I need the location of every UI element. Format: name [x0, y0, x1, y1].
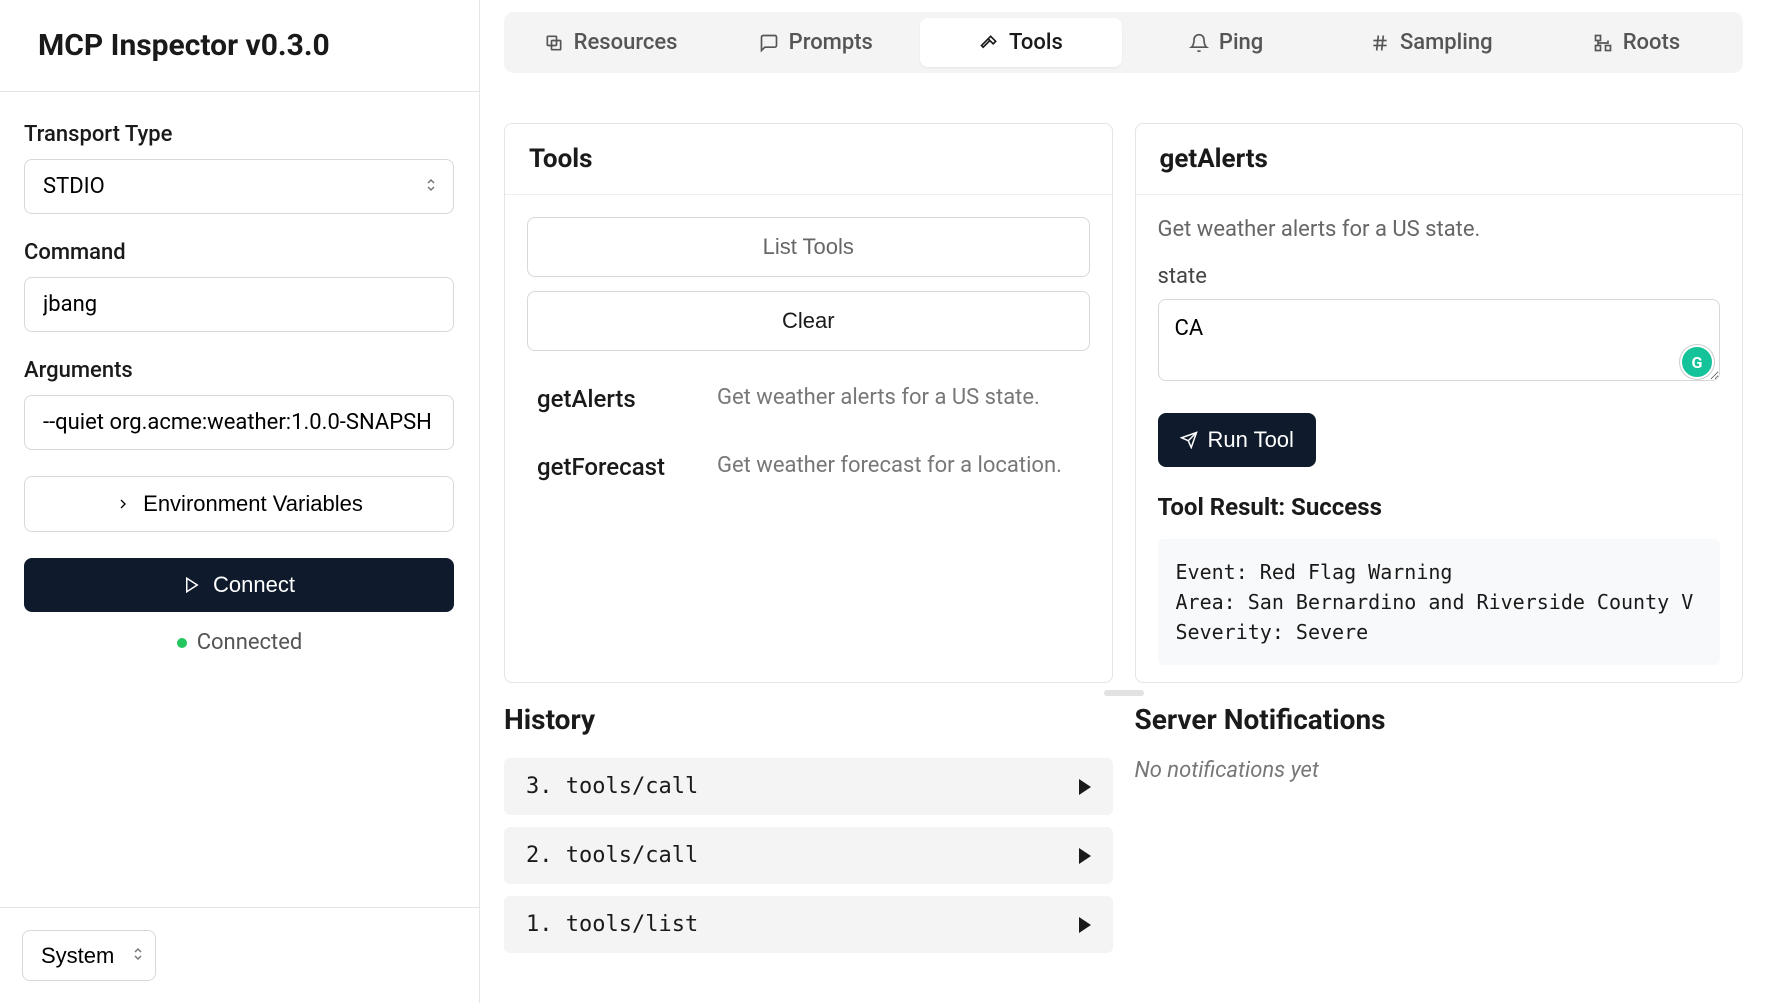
bell-icon	[1189, 33, 1209, 53]
env-label: Environment Variables	[143, 491, 363, 517]
history-panel: History 3. tools/call 2. tools/call 1. t…	[504, 703, 1113, 1003]
send-icon	[1180, 431, 1198, 449]
tool-description: Get weather alerts for a US state.	[1158, 217, 1721, 242]
tool-row[interactable]: getAlerts Get weather alerts for a US st…	[527, 365, 1090, 433]
notifications-title: Server Notifications	[1135, 703, 1744, 736]
param-label: state	[1158, 264, 1721, 289]
environment-variables-button[interactable]: Environment Variables	[24, 476, 454, 532]
play-icon	[1079, 779, 1091, 795]
play-icon	[1079, 848, 1091, 864]
app-title: MCP Inspector v0.3.0	[38, 28, 441, 63]
command-input[interactable]	[24, 277, 454, 332]
param-input[interactable]: CA	[1158, 299, 1721, 381]
chevron-right-icon	[115, 496, 131, 512]
play-icon	[1079, 917, 1091, 933]
app-header: MCP Inspector v0.3.0	[0, 0, 479, 92]
status-label: Connected	[197, 630, 303, 655]
tools-panel: Tools List Tools Clear getAlerts Get wea…	[504, 123, 1113, 683]
connection-status: Connected	[24, 630, 455, 655]
arguments-label: Arguments	[24, 358, 455, 383]
command-label: Command	[24, 240, 455, 265]
history-row[interactable]: 3. tools/call	[504, 758, 1113, 815]
history-row[interactable]: 1. tools/list	[504, 896, 1113, 953]
arguments-input[interactable]	[24, 395, 454, 450]
tabs-bar: Resources Prompts Tools Ping Sampling Ro…	[504, 12, 1743, 73]
clear-button[interactable]: Clear	[527, 291, 1090, 351]
hash-icon	[1370, 33, 1390, 53]
panels: Tools List Tools Clear getAlerts Get wea…	[504, 123, 1743, 683]
result-content: Event: Red Flag Warning Area: San Bernar…	[1158, 539, 1721, 665]
tool-row[interactable]: getForecast Get weather forecast for a l…	[527, 433, 1090, 501]
tree-icon	[1593, 33, 1613, 53]
bottom-panels: History 3. tools/call 2. tools/call 1. t…	[504, 703, 1743, 1003]
sidebar-body: Transport Type STDIO Command Arguments E…	[0, 92, 479, 907]
main-content: Resources Prompts Tools Ping Sampling Ro…	[480, 0, 1767, 1003]
history-row[interactable]: 2. tools/call	[504, 827, 1113, 884]
tool-detail-panel: getAlerts Get weather alerts for a US st…	[1135, 123, 1744, 683]
play-icon	[183, 576, 201, 594]
resize-handle[interactable]	[504, 683, 1743, 703]
tool-desc: Get weather alerts for a US state.	[717, 385, 1040, 413]
tab-prompts[interactable]: Prompts	[715, 18, 916, 67]
message-icon	[759, 33, 779, 53]
hammer-icon	[979, 33, 999, 53]
status-dot-icon	[177, 638, 187, 648]
notifications-panel: Server Notifications No notifications ye…	[1135, 703, 1744, 1003]
theme-select[interactable]: System	[22, 930, 156, 981]
tool-desc: Get weather forecast for a location.	[717, 453, 1062, 481]
list-tools-button[interactable]: List Tools	[527, 217, 1090, 277]
history-title: History	[504, 703, 1113, 736]
tool-name: getForecast	[537, 453, 697, 481]
connect-button[interactable]: Connect	[24, 558, 454, 612]
grammarly-icon[interactable]: G	[1680, 345, 1714, 379]
tools-panel-title: Tools	[529, 144, 1088, 174]
copy-icon	[544, 33, 564, 53]
tool-detail-title: getAlerts	[1160, 144, 1719, 174]
run-tool-button[interactable]: Run Tool	[1158, 413, 1316, 467]
sidebar: MCP Inspector v0.3.0 Transport Type STDI…	[0, 0, 480, 1003]
tab-roots[interactable]: Roots	[1536, 18, 1737, 67]
tab-ping[interactable]: Ping	[1126, 18, 1327, 67]
transport-select[interactable]: STDIO	[24, 159, 454, 214]
connect-label: Connect	[213, 572, 295, 598]
result-title: Tool Result: Success	[1158, 493, 1721, 521]
notifications-empty: No notifications yet	[1135, 758, 1744, 783]
tab-sampling[interactable]: Sampling	[1331, 18, 1532, 67]
tab-tools[interactable]: Tools	[920, 18, 1121, 67]
sidebar-footer: System	[0, 907, 479, 1003]
tool-name: getAlerts	[537, 385, 697, 413]
tab-resources[interactable]: Resources	[510, 18, 711, 67]
transport-label: Transport Type	[24, 122, 455, 147]
